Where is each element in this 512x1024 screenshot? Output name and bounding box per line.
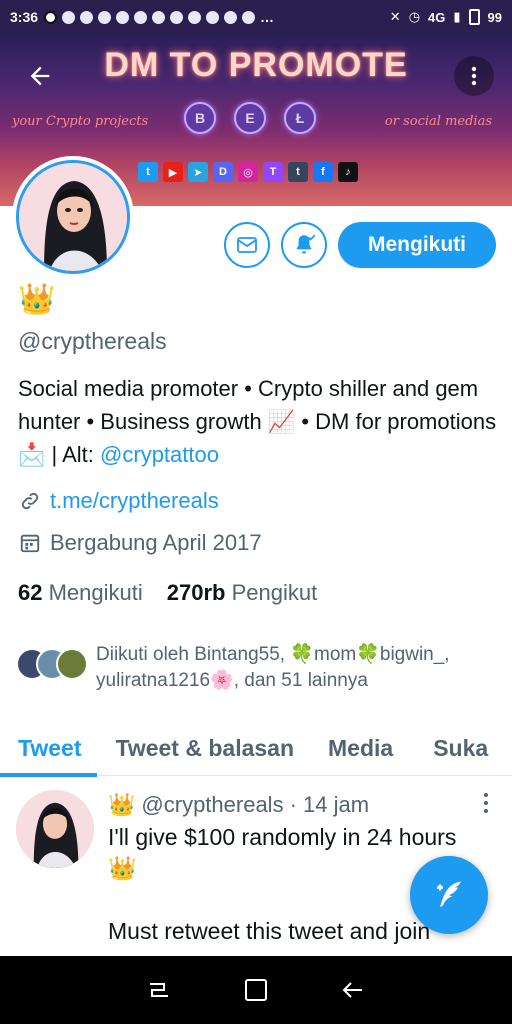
more-notifications-icon: … [260, 9, 275, 25]
followers-count: 270rb [166, 580, 226, 605]
coin-icons: B E Ł [184, 102, 316, 134]
signal-icon: ▮ [453, 9, 461, 24]
tweet-text-line: I'll give $100 randomly in 24 hours [108, 824, 457, 850]
website-link[interactable]: t.me/crypthereals [50, 488, 219, 514]
profile-stats: 62 Mengikuti 270rb Pengikut [18, 580, 317, 606]
recents-icon [149, 983, 168, 997]
banner-right-tagline: or social medias [384, 114, 492, 129]
joined-date: Bergabung April 2017 [50, 530, 262, 555]
tweet-handle[interactable]: @crypthereals [141, 792, 283, 818]
followers-stat[interactable]: 270rb Pengikut [167, 580, 317, 606]
compose-tweet-button[interactable] [410, 856, 488, 934]
more-options-button[interactable] [454, 56, 494, 96]
notification-icon [242, 10, 256, 24]
tweet-more-button[interactable] [482, 792, 490, 820]
notification-icon [224, 10, 238, 24]
profile-tabs: Tweet Tweet & balasan Media Suka [0, 720, 512, 777]
tweet-crown: 👑 [108, 792, 136, 817]
twitter-icon: t [138, 162, 158, 182]
notification-icon [188, 10, 202, 24]
tab-likes[interactable]: Suka [433, 720, 488, 776]
calendar-icon [18, 531, 42, 555]
followed-by-text: Diikuti oleh Bintang55, 🍀mom🍀bigwin_, yu… [96, 644, 450, 691]
litecoin-icon: Ł [284, 102, 316, 134]
recent-apps-button[interactable] [142, 973, 176, 1007]
crown-emoji: 👑 [18, 283, 56, 316]
following-label: Mengikuti [48, 580, 143, 605]
home-square-icon [244, 979, 267, 1001]
twitch-icon: T [263, 162, 283, 182]
profile-website[interactable]: t.me/crypthereals [18, 488, 219, 514]
following-count: 62 [18, 580, 43, 605]
notification-icon [134, 10, 148, 24]
back-button[interactable] [20, 56, 60, 96]
following-button[interactable]: Mengikuti [338, 222, 496, 268]
notification-icon [116, 10, 130, 24]
mutual-avatars [16, 642, 94, 682]
notification-icon [44, 10, 58, 24]
avatar [16, 160, 130, 274]
more-vertical-icon [471, 66, 477, 86]
notifications-button[interactable] [281, 222, 327, 268]
followed-by[interactable]: Diikuti oleh Bintang55, 🍀mom🍀bigwin_, yu… [16, 642, 496, 694]
instagram-icon: ◎ [238, 162, 258, 182]
status-time: 3:36 [10, 9, 39, 25]
banner-left-tagline: your Crypto projects [12, 114, 149, 129]
profile-handle: @crypthereals [18, 328, 167, 354]
link-icon [18, 489, 42, 513]
profile-joined: Bergabung April 2017 [18, 530, 262, 556]
more-vertical-icon [484, 793, 488, 813]
bio-text: Social media promoter • Crypto shiller a… [18, 376, 497, 467]
discord-icon: D [213, 162, 233, 182]
tweet-header: 👑 @crypthereals · 14 jam [108, 792, 369, 818]
back-arrow-icon [342, 982, 363, 998]
followers-label: Pengikut [231, 580, 318, 605]
mute-icon: ✕ [389, 9, 401, 24]
message-button[interactable] [224, 222, 270, 268]
status-bar: 3:36 … ✕ ◷ 4G ▮ 99 [0, 0, 512, 34]
home-button[interactable] [239, 973, 273, 1007]
battery-icon [468, 9, 480, 25]
banner-title: DM TO PROMOTE [104, 46, 408, 84]
system-nav-bar [0, 956, 512, 1024]
network-label: 4G [428, 9, 446, 25]
notification-icon [80, 10, 94, 24]
tab-tweet-replies[interactable]: Tweet & balasan [115, 720, 294, 776]
battery-level: 99 [487, 9, 502, 25]
tumblr-icon: t [288, 162, 308, 182]
bitcoin-icon: B [184, 102, 216, 134]
notification-icon [62, 10, 76, 24]
following-stat[interactable]: 62 Mengikuti [18, 580, 143, 606]
facebook-icon: f [313, 162, 333, 182]
mutual-avatar [56, 648, 88, 680]
tab-tweet[interactable]: Tweet [0, 720, 99, 777]
telegram-icon: ➤ [188, 162, 208, 182]
alarm-icon: ◷ [408, 9, 421, 24]
arrow-left-icon [30, 66, 50, 86]
notification-icon [206, 10, 220, 24]
tweet-time: · 14 jam [289, 792, 370, 817]
mail-icon [237, 237, 257, 253]
notification-icons: … [44, 9, 274, 25]
notification-icon [152, 10, 166, 24]
notification-icon [98, 10, 112, 24]
ethereum-icon: E [234, 102, 266, 134]
profile-bio: Social media promoter • Crypto shiller a… [18, 372, 498, 471]
tiktok-icon: ♪ [338, 162, 358, 182]
profile-avatar[interactable] [12, 156, 134, 278]
youtube-icon: ▶ [163, 162, 183, 182]
tab-media[interactable]: Media [328, 720, 393, 776]
tweet-avatar[interactable] [16, 790, 94, 868]
bell-check-icon [296, 234, 316, 254]
feather-plus-icon [437, 881, 461, 907]
back-nav-button[interactable] [336, 973, 370, 1007]
notification-icon [170, 10, 184, 24]
bio-alt-link[interactable]: @cryptattoo [100, 442, 219, 467]
social-icons-row: t ▶ ➤ D ◎ Tt f ♪ [138, 162, 358, 182]
